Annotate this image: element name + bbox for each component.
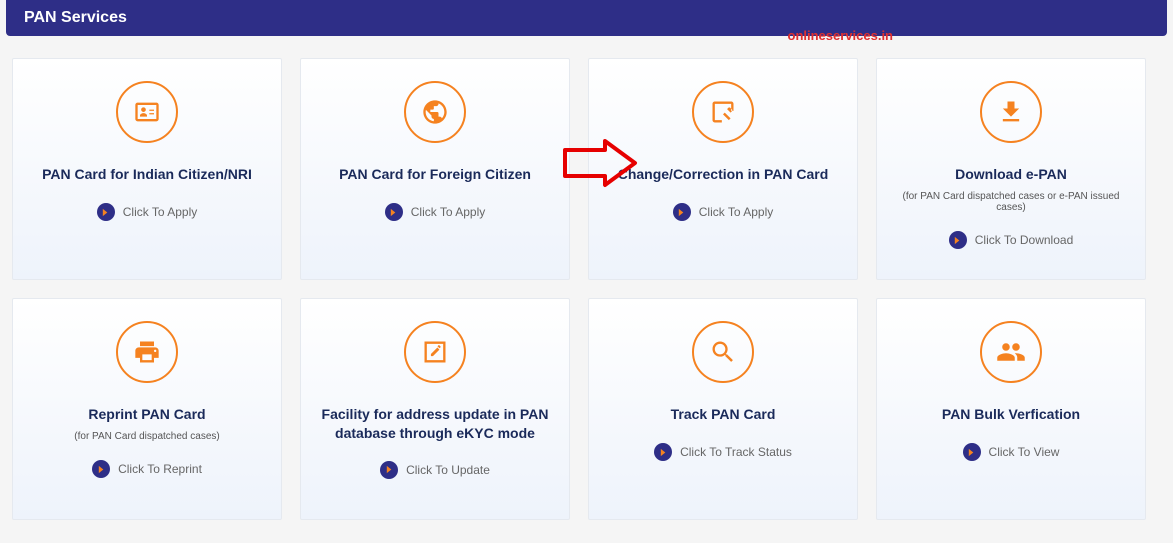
arrow-badge-icon — [92, 460, 110, 478]
arrow-badge-icon — [97, 203, 115, 221]
card-title: Facility for address update in PAN datab… — [301, 405, 569, 443]
card-address-update[interactable]: Facility for address update in PAN datab… — [300, 298, 570, 520]
page-header: PAN Services — [6, 0, 1167, 36]
apply-link[interactable]: Click To Apply — [673, 203, 773, 221]
action-label: Click To Apply — [699, 205, 773, 219]
print-icon — [116, 321, 178, 383]
card-title: PAN Card for Foreign Citizen — [323, 165, 547, 185]
pencil-square-icon — [404, 321, 466, 383]
card-title: PAN Bulk Verfication — [926, 405, 1096, 425]
id-card-icon — [116, 81, 178, 143]
edit-square-icon — [692, 81, 754, 143]
watermark-text: onlineservices.in — [788, 28, 894, 43]
card-title: Reprint PAN Card — [72, 405, 221, 425]
card-track-pan[interactable]: Track PAN Card Click To Track Status — [588, 298, 858, 520]
arrow-badge-icon — [963, 443, 981, 461]
arrow-badge-icon — [949, 231, 967, 249]
card-reprint-pan[interactable]: Reprint PAN Card (for PAN Card dispatche… — [12, 298, 282, 520]
arrow-badge-icon — [385, 203, 403, 221]
view-link[interactable]: Click To View — [963, 443, 1060, 461]
card-title: Track PAN Card — [655, 405, 792, 425]
page-title: PAN Services — [24, 9, 127, 26]
arrow-badge-icon — [654, 443, 672, 461]
globe-icon — [404, 81, 466, 143]
card-title: Change/Correction in PAN Card — [602, 165, 845, 185]
card-subtitle: (for PAN Card dispatched cases or e-PAN … — [877, 191, 1145, 213]
services-grid: PAN Card for Indian Citizen/NRI Click To… — [0, 36, 1173, 520]
card-bulk-verification[interactable]: PAN Bulk Verfication Click To View — [876, 298, 1146, 520]
download-link[interactable]: Click To Download — [949, 231, 1074, 249]
apply-link[interactable]: Click To Apply — [385, 203, 485, 221]
update-link[interactable]: Click To Update — [380, 461, 490, 479]
reprint-link[interactable]: Click To Reprint — [92, 460, 202, 478]
arrow-badge-icon — [380, 461, 398, 479]
users-icon — [980, 321, 1042, 383]
search-icon — [692, 321, 754, 383]
download-icon — [980, 81, 1042, 143]
card-download-epan[interactable]: Download e-PAN (for PAN Card dispatched … — [876, 58, 1146, 280]
apply-link[interactable]: Click To Apply — [97, 203, 197, 221]
action-label: Click To Reprint — [118, 462, 202, 476]
card-foreign-citizen[interactable]: PAN Card for Foreign Citizen Click To Ap… — [300, 58, 570, 280]
card-indian-citizen[interactable]: PAN Card for Indian Citizen/NRI Click To… — [12, 58, 282, 280]
track-link[interactable]: Click To Track Status — [654, 443, 792, 461]
action-label: Click To Track Status — [680, 445, 792, 459]
action-label: Click To View — [989, 445, 1060, 459]
card-change-correction[interactable]: Change/Correction in PAN Card Click To A… — [588, 58, 858, 280]
arrow-badge-icon — [673, 203, 691, 221]
action-label: Click To Update — [406, 463, 490, 477]
action-label: Click To Apply — [123, 205, 197, 219]
card-title: Download e-PAN — [939, 165, 1083, 185]
card-subtitle: (for PAN Card dispatched cases) — [64, 431, 229, 442]
action-label: Click To Download — [975, 233, 1074, 247]
action-label: Click To Apply — [411, 205, 485, 219]
card-title: PAN Card for Indian Citizen/NRI — [26, 165, 268, 185]
